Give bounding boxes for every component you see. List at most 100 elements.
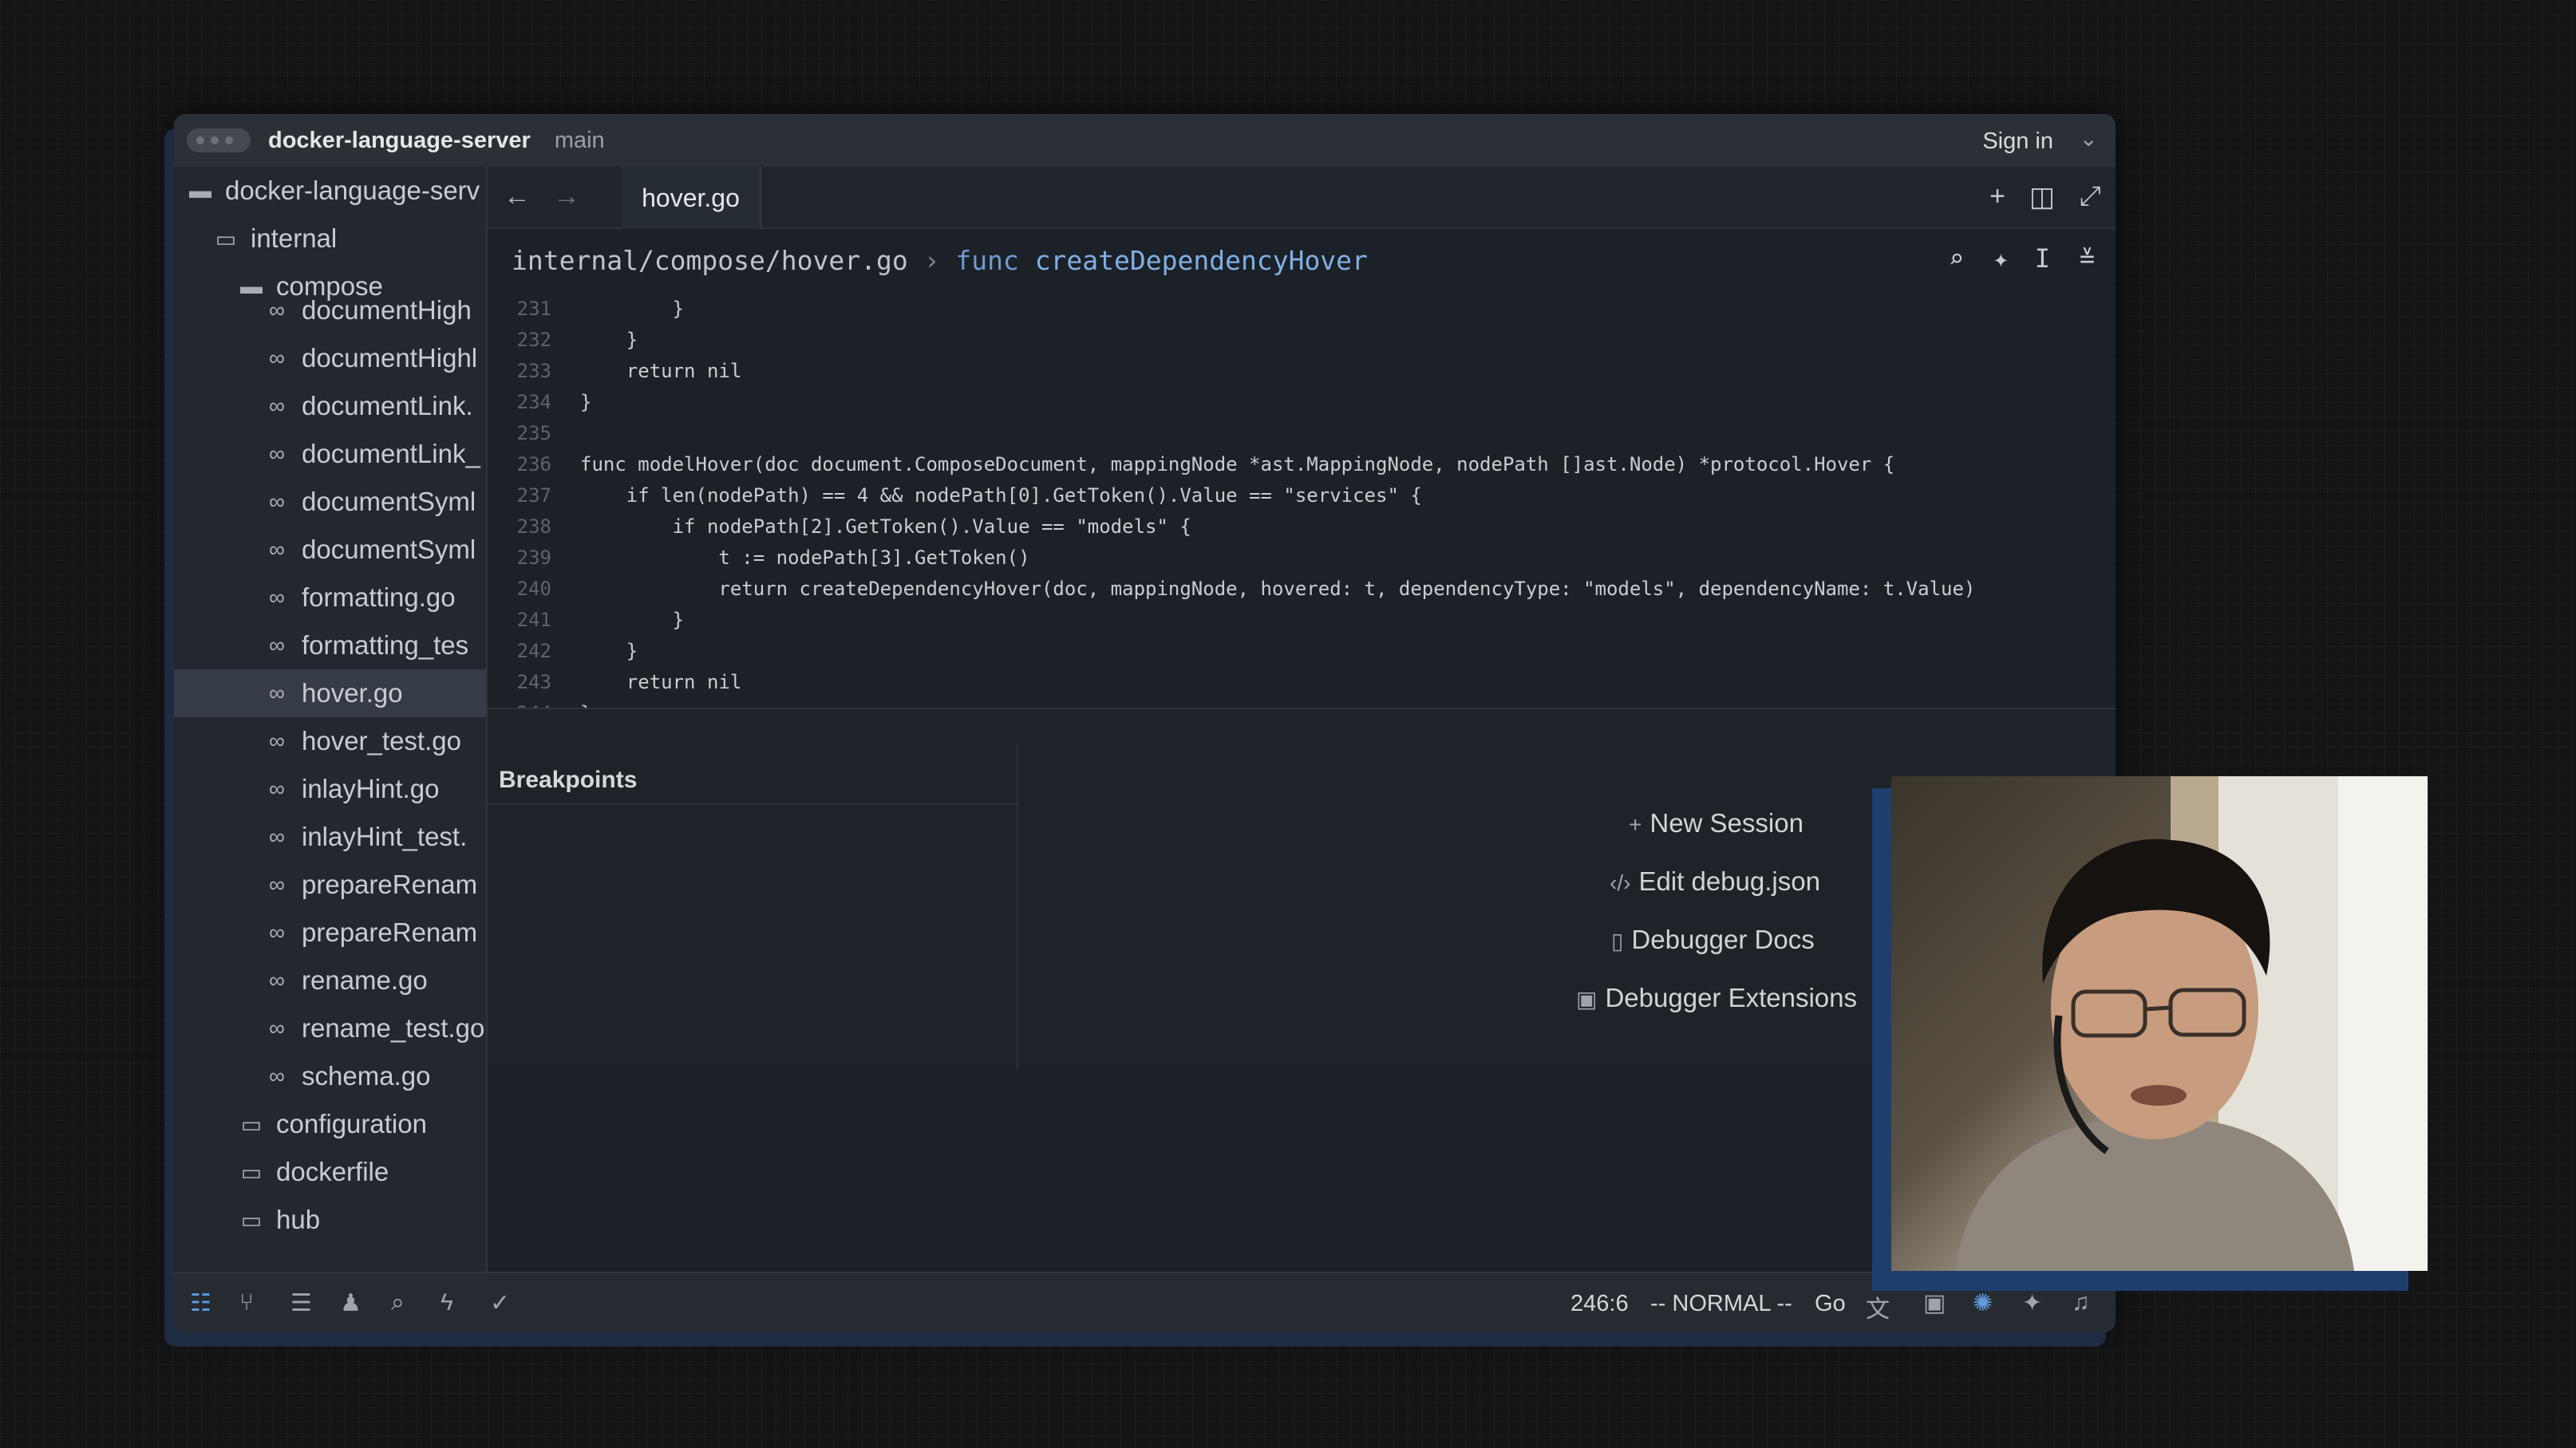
text-cursor-icon[interactable]: I — [2035, 243, 2050, 274]
project-name[interactable]: docker-language-server — [268, 128, 531, 154]
code-text: } — [580, 608, 685, 631]
code-text: if nodePath[2].GetToken().Value == "mode… — [580, 515, 1191, 538]
new-session-button[interactable]: + New Session — [1629, 808, 1804, 838]
collaborators-icon[interactable]: ♟ — [340, 1289, 362, 1317]
tree-root[interactable]: ▬ docker-language-serv — [174, 167, 486, 215]
file-tree-item[interactable]: ∞ documentSyml — [174, 478, 486, 526]
window-controls[interactable] — [187, 128, 251, 152]
check-icon[interactable]: ✓ — [490, 1289, 510, 1317]
code-line[interactable]: 244} — [488, 697, 2116, 708]
file-tree-item[interactable]: ∞ documentHighl — [174, 334, 486, 382]
code-line[interactable]: 234} — [488, 386, 2116, 417]
code-line[interactable]: 240 return createDependencyHover(doc, ma… — [488, 573, 2116, 604]
go-file-icon: ∞ — [269, 1063, 285, 1088]
folder-tree-item[interactable]: ▭ dockerfile — [174, 1148, 486, 1196]
line-number[interactable]: 244 — [488, 702, 558, 708]
line-number[interactable]: 233 — [488, 360, 558, 382]
code-line[interactable]: 243 return nil — [488, 666, 2116, 697]
file-tree-item[interactable]: ∞ prepareRenam — [174, 909, 486, 957]
debug-bug-icon[interactable]: ✺ — [1973, 1289, 1993, 1317]
go-file-icon: ∞ — [269, 489, 285, 514]
breadcrumb-path[interactable]: internal/compose/hover.go › func createD… — [512, 245, 1368, 276]
line-number[interactable]: 240 — [488, 578, 558, 600]
branch-name[interactable]: main — [555, 128, 605, 154]
file-tree-item[interactable]: ∞ documentLink_ — [174, 430, 486, 478]
line-number[interactable]: 238 — [488, 515, 558, 538]
code-line[interactable]: 235 — [488, 417, 2116, 448]
chevron-down-icon[interactable]: ⌄ — [2080, 125, 2098, 152]
folder-tree-item[interactable]: ▭ hub — [174, 1196, 486, 1244]
file-tree-item[interactable]: ∞ formatting_tes — [174, 621, 486, 669]
tab-hover-go[interactable]: hover.go — [622, 167, 761, 229]
terminal-icon[interactable]: ▣ — [1923, 1289, 1946, 1317]
code-text: func modelHover(doc document.ComposeDocu… — [580, 452, 1895, 475]
settings-sliders-icon[interactable]: ≚ — [2080, 243, 2095, 274]
maximize-icon[interactable]: ⤢ — [2080, 181, 2101, 212]
file-tree-item[interactable]: ∞ prepareRenam — [174, 861, 486, 909]
code-line[interactable]: 238 if nodePath[2].GetToken().Value == "… — [488, 511, 2116, 542]
line-number[interactable]: 236 — [488, 453, 558, 475]
go-file-icon: ∞ — [269, 633, 285, 657]
tree-item-label: rename_test.go — [302, 1013, 485, 1043]
sparkle-icon[interactable]: ✦ — [1993, 243, 2009, 274]
breadcrumb-symbol[interactable]: createDependencyHover — [1035, 245, 1368, 276]
back-arrow-icon[interactable]: ← — [504, 181, 531, 212]
file-tree-item[interactable]: ∞ hover.go — [174, 669, 486, 717]
code-line[interactable]: 231 } — [488, 293, 2116, 324]
debugger-docs-button[interactable]: ▯ Debugger Docs — [1611, 925, 1815, 955]
file-tree-item[interactable]: ∞ inlayHint.go — [174, 765, 486, 813]
code-line[interactable]: 232 } — [488, 324, 2116, 355]
code-line[interactable]: 237 if len(nodePath) == 4 && nodePath[0]… — [488, 479, 2116, 511]
folder-tree-item[interactable]: ▭ configuration — [174, 1100, 486, 1148]
file-tree-item[interactable]: ∞ inlayHint_test. — [174, 813, 486, 861]
code-line[interactable]: 239 t := nodePath[3].GetToken() — [488, 542, 2116, 573]
tree-item-label: hover_test.go — [302, 726, 461, 756]
line-number[interactable]: 235 — [488, 422, 558, 444]
file-tree-item[interactable]: ∞ formatting.go — [174, 574, 486, 621]
file-tree-item[interactable]: ∞ documentSyml — [174, 526, 486, 574]
code-line[interactable]: 236 func modelHover(doc document.ComposeD… — [488, 448, 2116, 479]
line-number[interactable]: 234 — [488, 391, 558, 413]
plus-icon[interactable]: + — [1989, 181, 2005, 212]
file-tree-item[interactable]: ∞ rename.go — [174, 957, 486, 1004]
lightning-icon[interactable]: ϟ — [441, 1289, 453, 1316]
language-selector[interactable]: Go — [1815, 1291, 1846, 1317]
code-line[interactable]: 242 } — [488, 635, 2116, 666]
cursor-position[interactable]: 246:6 — [1570, 1291, 1629, 1317]
line-number[interactable]: 232 — [488, 329, 558, 351]
debugger-extensions-button[interactable]: ▣ Debugger Extensions — [1576, 983, 1857, 1013]
line-number[interactable]: 231 — [488, 298, 558, 320]
line-number[interactable]: 239 — [488, 546, 558, 569]
outline-icon[interactable]: ☰ — [290, 1289, 312, 1317]
line-number[interactable]: 243 — [488, 671, 558, 693]
breadcrumb-file[interactable]: internal/compose/hover.go — [512, 245, 908, 276]
project-tree-icon[interactable]: ☷ — [190, 1289, 211, 1317]
code-line[interactable]: 241 } — [488, 604, 2116, 635]
code-editor[interactable]: 231 } 232 } 233 return nil 234} 235 236 func m… — [488, 293, 2116, 708]
search-icon[interactable]: ⌕ — [1949, 243, 1964, 274]
line-number[interactable]: 241 — [488, 609, 558, 631]
tree-item-label: inlayHint_test. — [302, 822, 468, 851]
code-text: return nil — [580, 359, 742, 382]
sparkle-icon[interactable]: ✦ — [2022, 1289, 2042, 1317]
code-text: t := nodePath[3].GetToken() — [580, 546, 1030, 569]
file-tree-item[interactable]: ∞ rename_test.go — [174, 1004, 486, 1052]
split-pane-icon[interactable]: ◫ — [2029, 181, 2055, 213]
file-tree-item[interactable]: ∞ schema.go — [174, 1052, 486, 1100]
code-text: } — [580, 639, 638, 662]
folder-tree-item[interactable]: ▭ internal — [174, 215, 486, 262]
file-tree-item[interactable]: ∞ hover_test.go — [174, 717, 486, 765]
forward-arrow-icon[interactable]: → — [553, 181, 580, 212]
file-tree-item[interactable]: ∞ documentHigh — [174, 286, 486, 334]
line-number[interactable]: 242 — [488, 640, 558, 662]
go-file-icon: ∞ — [269, 776, 285, 801]
code-line[interactable]: 233 return nil — [488, 355, 2116, 386]
search-icon[interactable]: ⌕ — [391, 1289, 405, 1316]
edit-debug-json-button[interactable]: ‹/› Edit debug.json — [1610, 866, 1820, 897]
translate-icon[interactable]: 文 — [1866, 1289, 1890, 1324]
file-tree-item[interactable]: ∞ documentLink. — [174, 382, 486, 430]
line-number[interactable]: 237 — [488, 484, 558, 507]
sign-in-button[interactable]: Sign in — [1982, 128, 2053, 155]
bell-icon[interactable]: ♫ — [2072, 1289, 2090, 1316]
git-branch-icon[interactable]: ⑂ — [239, 1289, 254, 1316]
